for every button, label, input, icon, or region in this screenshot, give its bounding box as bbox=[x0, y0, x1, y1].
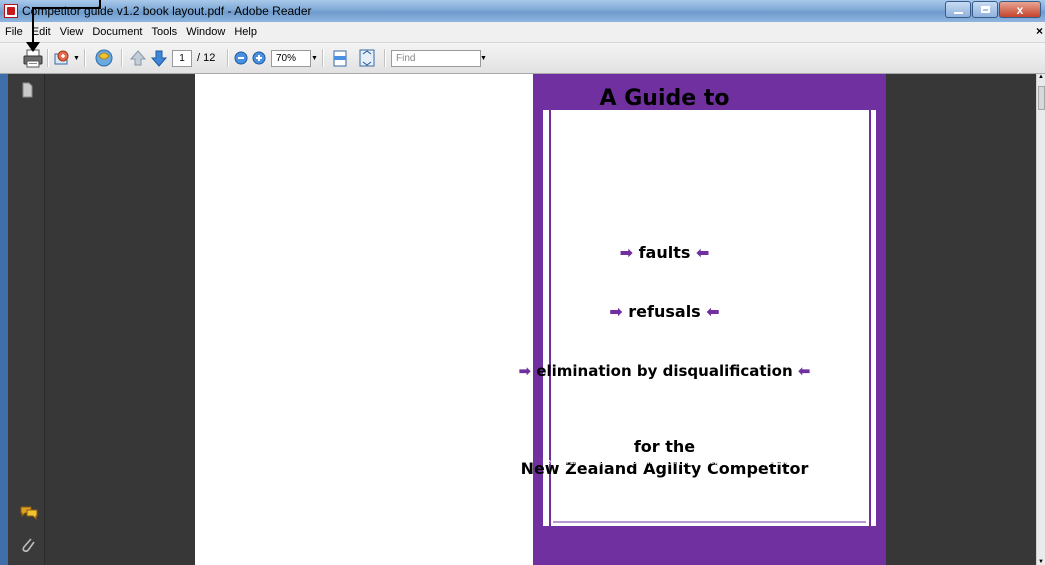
share-icon[interactable] bbox=[52, 48, 72, 68]
page-down-icon[interactable] bbox=[150, 48, 168, 68]
arrow-left-icon: ⬅ bbox=[695, 243, 710, 262]
scrollbar-thumb[interactable] bbox=[1038, 86, 1045, 110]
scroll-up-icon[interactable]: ▲ bbox=[1038, 74, 1044, 80]
share-dropdown-icon[interactable]: ▼ bbox=[73, 55, 80, 62]
arrow-left-icon: ⬅ bbox=[706, 302, 720, 321]
toolbar: ▼ 1 / 12 70% ▼ Find ▼ bbox=[0, 43, 1045, 74]
arrow-right-icon: ➡ bbox=[609, 302, 623, 321]
collaborate-icon[interactable] bbox=[93, 48, 115, 68]
cover-title: A Guide to bbox=[599, 86, 730, 111]
cover-item-label: elimination by disqualification bbox=[536, 362, 793, 380]
zoom-out-icon[interactable] bbox=[233, 48, 249, 68]
close-button[interactable]: x bbox=[999, 1, 1041, 18]
adobe-reader-icon[interactable] bbox=[4, 4, 18, 18]
arrow-right-icon: ➡ bbox=[619, 243, 634, 262]
pages-icon[interactable] bbox=[20, 82, 34, 98]
window-controls: x bbox=[944, 1, 1041, 18]
cover-subtitle-line1: for the bbox=[633, 437, 696, 456]
page-up-icon[interactable] bbox=[129, 48, 147, 68]
minimize-icon bbox=[954, 12, 963, 14]
cover-item-elimination: ➡ elimination by disqualification ⬅ bbox=[488, 362, 841, 380]
toolbar-separator bbox=[384, 49, 386, 67]
toolbar-separator bbox=[47, 49, 49, 67]
comments-icon[interactable] bbox=[19, 504, 39, 520]
toolbar-separator bbox=[322, 49, 324, 67]
menu-bar: File Edit View Document Tools Window Hel… bbox=[0, 22, 1045, 43]
find-dropdown-icon[interactable]: ▼ bbox=[480, 55, 487, 62]
close-icon: x bbox=[1016, 3, 1024, 17]
vertical-scrollbar[interactable]: ▲ ▼ bbox=[1036, 74, 1045, 565]
toolbar-separator bbox=[121, 49, 123, 67]
menu-tools[interactable]: Tools bbox=[148, 26, 182, 38]
menu-edit[interactable]: Edit bbox=[28, 26, 55, 38]
zoom-level-input[interactable]: 70% bbox=[271, 50, 311, 67]
arrow-left-icon: ⬅ bbox=[797, 362, 811, 380]
fit-width-icon[interactable] bbox=[331, 48, 349, 68]
print-icon[interactable] bbox=[22, 48, 44, 68]
window-title: Competitor guide v1.2 book layout.pdf - … bbox=[22, 4, 312, 18]
cover-item-label: refusals bbox=[628, 302, 701, 321]
arrow-right-icon: ➡ bbox=[518, 362, 532, 380]
title-bar: Competitor guide v1.2 book layout.pdf - … bbox=[0, 0, 1045, 22]
cover-item-refusals: ➡ refusals ⬅ bbox=[488, 302, 841, 321]
navigation-panel bbox=[0, 74, 45, 565]
page-total: / 12 bbox=[197, 52, 216, 64]
zoom-dropdown-icon[interactable]: ▼ bbox=[311, 55, 318, 62]
menu-view[interactable]: View bbox=[56, 26, 88, 38]
navigation-panel-edge bbox=[0, 74, 8, 565]
find-input[interactable]: Find bbox=[391, 50, 481, 67]
page-number-input[interactable]: 1 bbox=[172, 50, 192, 67]
toolbar-separator bbox=[84, 49, 86, 67]
toolbar-separator bbox=[227, 49, 229, 67]
cover-footer: Version 1.2. Compiled by Ron Frater from… bbox=[542, 459, 787, 466]
zoom-in-icon[interactable] bbox=[251, 48, 267, 68]
scroll-down-icon[interactable]: ▼ bbox=[1038, 559, 1044, 565]
maximize-icon bbox=[981, 6, 990, 13]
document-close-icon[interactable]: × bbox=[1036, 24, 1043, 38]
menu-document[interactable]: Document bbox=[88, 26, 146, 38]
attachments-icon[interactable] bbox=[20, 536, 36, 554]
cover-item-faults: ➡ faults ⬅ bbox=[488, 243, 841, 262]
menu-help[interactable]: Help bbox=[230, 26, 261, 38]
maximize-button[interactable] bbox=[972, 1, 998, 18]
minimize-button[interactable] bbox=[945, 1, 971, 18]
menu-file[interactable]: File bbox=[1, 26, 27, 38]
full-screen-icon[interactable] bbox=[358, 48, 376, 68]
cover-item-label: faults bbox=[638, 243, 691, 262]
menu-window[interactable]: Window bbox=[182, 26, 229, 38]
